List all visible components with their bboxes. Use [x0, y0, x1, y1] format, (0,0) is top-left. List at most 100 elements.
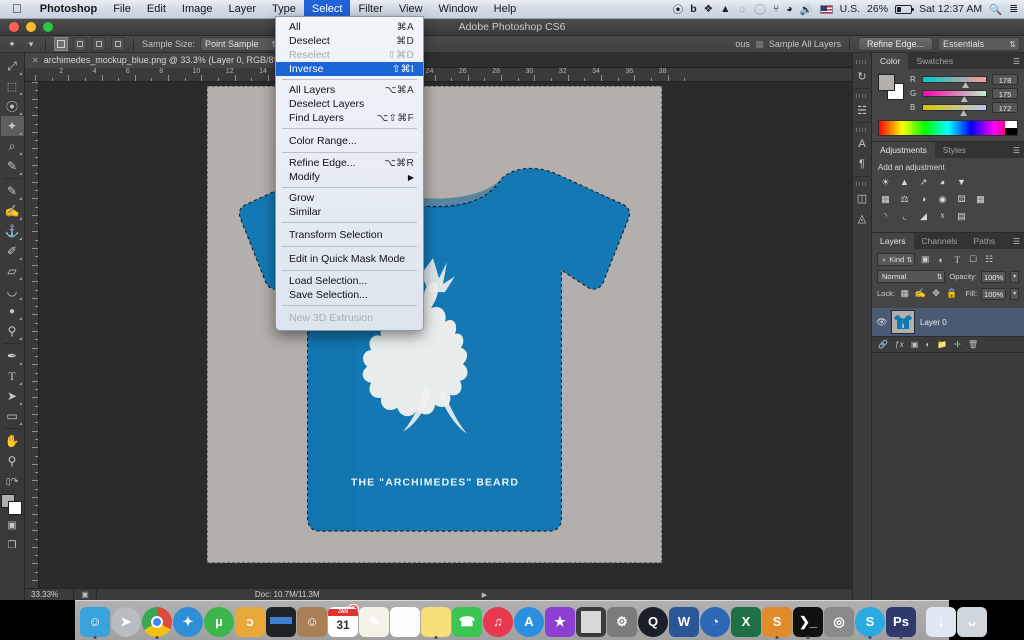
gradient-map-icon[interactable]: ☓ — [935, 210, 950, 223]
dock-item-microsoft-word[interactable]: W — [669, 605, 699, 638]
menu-item-color-range[interactable]: Color Range... — [276, 132, 423, 149]
dock-item-disk-utility[interactable]: ◎ — [824, 605, 854, 638]
panel-menu-icon[interactable]: ☰ — [1013, 57, 1020, 66]
dock-item-calendar[interactable]: 1JAN31 — [328, 604, 359, 638]
bluetooth-icon[interactable]: ⑂ — [773, 3, 779, 15]
crop-tool[interactable]: ⌕ — [1, 136, 24, 156]
quick-mask-toggle[interactable]: ▣ — [1, 515, 24, 535]
gradient-tool[interactable]: ◡ — [1, 281, 24, 301]
lock-all-icon[interactable]: 🔒 — [946, 287, 958, 300]
pixel-filter-icon[interactable]: ▣ — [919, 253, 931, 266]
clock-icon[interactable]: ◯ — [754, 3, 766, 15]
red-slider[interactable] — [922, 76, 987, 88]
layer-filter-kind-select[interactable]: ⌕ Kind — [877, 253, 916, 266]
blend-mode-select[interactable]: Normal — [877, 270, 946, 283]
menu-window[interactable]: Window — [431, 0, 486, 19]
color-lookup-icon[interactable]: ▦ — [973, 193, 988, 206]
layer-comps-icon[interactable]: ◫ — [853, 188, 871, 208]
fx-icon[interactable]: ƒ𝑥 — [895, 340, 904, 350]
menu-item-deselect[interactable]: Deselect ⌘D — [276, 34, 423, 48]
threshold-icon[interactable]: ◢ — [916, 210, 931, 223]
dock-item-terminal[interactable]: ❯_ — [793, 605, 823, 639]
battery-icon[interactable] — [895, 4, 915, 14]
eraser-tool[interactable]: ▱ — [1, 261, 24, 281]
dock-item-notes[interactable]: ✎ — [359, 605, 389, 638]
tab-layers[interactable]: Layers — [872, 233, 914, 249]
lock-transparency-icon[interactable]: ▦ — [899, 287, 911, 300]
menu-item-similar[interactable]: Similar — [276, 205, 423, 219]
levels-icon[interactable]: ▲ — [897, 176, 912, 189]
select-menu-dropdown[interactable]: All ⌘A Deselect ⌘D Reselect ⇧⌘D Inverse … — [275, 16, 424, 331]
tab-paths[interactable]: Paths — [965, 233, 1003, 249]
fill-value[interactable]: 100% — [981, 287, 1007, 300]
dock-item-facetime[interactable]: ☎ — [452, 605, 482, 638]
dock-item-trash[interactable]: ᴗ — [957, 605, 987, 638]
path-selection-tool[interactable]: ➤ — [1, 386, 24, 406]
hand-tool[interactable]: ✋ — [1, 431, 24, 451]
subtract-from-selection-button[interactable] — [92, 37, 106, 51]
default-colors-icon[interactable]: ▯↷ — [1, 471, 24, 491]
menu-item-deselect-layers[interactable]: Deselect Layers — [276, 97, 423, 111]
move-tool[interactable]: ⤢ — [1, 56, 24, 76]
screen-mode-toggle[interactable]: ❐ — [1, 535, 24, 555]
eyedropper-tool[interactable]: ✎ — [1, 156, 24, 176]
shield-icon[interactable]: ⦿ — [673, 2, 684, 17]
history-icon[interactable]: ↻ — [853, 66, 871, 86]
new-layer-icon[interactable]: ✛ — [954, 340, 961, 349]
menu-item-all-layers[interactable]: All Layers ⌥⌘A — [276, 83, 423, 97]
adobe-icon[interactable]: ▲ — [720, 3, 730, 15]
dock-item-skype[interactable]: S — [855, 605, 885, 639]
dock-item-stickies[interactable] — [421, 605, 451, 639]
shape-filter-icon[interactable]: ☐ — [967, 253, 979, 266]
menu-item-load-selection[interactable]: Load Selection... — [276, 274, 423, 288]
intersect-selection-button[interactable] — [111, 37, 125, 51]
curves-icon[interactable]: ↗ — [916, 176, 931, 189]
delete-icon[interactable]: 🗑 — [968, 340, 978, 349]
bell-icon[interactable]: ☼ — [738, 3, 748, 15]
color-fg-bg-swatch[interactable] — [878, 74, 904, 100]
dock-item-app-store[interactable]: A — [514, 605, 544, 638]
dock-item-contacts[interactable]: ☺ — [297, 605, 327, 638]
sample-all-layers-checkbox[interactable] — [754, 39, 764, 49]
menu-item-refine-edge[interactable]: Refine Edge... ⌥⌘R — [276, 156, 423, 170]
notification-center-icon[interactable]: ≣ — [1009, 3, 1018, 15]
dock-item-itunes[interactable]: ♫ — [483, 605, 513, 638]
paragraph-icon[interactable]: ¶ — [853, 154, 871, 174]
layer-visibility-icon[interactable]: 👁 — [876, 317, 887, 328]
blur-tool[interactable]: ● — [1, 301, 24, 321]
menu-item-save-selection[interactable]: Save Selection... — [276, 288, 423, 302]
zoom-tool[interactable]: ⚲ — [1, 451, 24, 471]
foreground-color-chip[interactable] — [878, 74, 895, 91]
invert-icon[interactable]: ◝ — [878, 210, 893, 223]
menu-help[interactable]: Help — [486, 0, 525, 19]
selective-color-icon[interactable]: ▤ — [954, 210, 969, 223]
status-menu-arrow-icon[interactable]: ▶ — [478, 591, 492, 599]
background-color-swatch[interactable] — [8, 501, 22, 515]
dock-item-coda[interactable]: ɔ — [235, 605, 265, 638]
adjustment-icon[interactable]: ◐ — [925, 340, 930, 349]
close-icon[interactable]: ✕ — [32, 56, 39, 65]
menu-item-find-layers[interactable]: Find Layers ⌥⇧⌘F — [276, 111, 423, 125]
panel-grip[interactable] — [856, 94, 868, 98]
exposure-icon[interactable]: ◕ — [935, 176, 950, 189]
pen-tool[interactable]: ✒ — [1, 346, 24, 366]
clone-stamp-tool[interactable]: ⚓ — [1, 221, 24, 241]
dock-item-google-chrome[interactable] — [142, 605, 172, 639]
workspace-select[interactable]: Essentials — [938, 37, 1020, 51]
lock-image-icon[interactable]: ✍ — [915, 287, 927, 300]
menu-item-edit-in-quick-mask-mode[interactable]: Edit in Quick Mask Mode — [276, 250, 423, 267]
fill-stepper[interactable]: ▾ — [1010, 287, 1020, 300]
apple-menu-icon[interactable]:  — [0, 0, 32, 19]
link-icon[interactable]: 🔗 — [878, 340, 888, 349]
wifi-icon[interactable]: ◕ — [786, 3, 792, 15]
adjustment-filter-icon[interactable]: ◐ — [935, 253, 947, 266]
color-spectrum-ramp[interactable] — [878, 120, 1018, 136]
dock-item-reminders[interactable]: ≡ — [390, 605, 420, 638]
dock-item-openoffice[interactable]: ◔ — [700, 605, 730, 638]
character-icon[interactable]: A — [853, 134, 871, 154]
volume-icon[interactable]: 🔊 — [800, 3, 813, 16]
menu-item-modify[interactable]: Modify ▶ — [276, 170, 423, 184]
input-language-label[interactable]: U.S. — [840, 3, 860, 15]
dropbox-icon[interactable]: ❖ — [704, 3, 713, 15]
tab-channels[interactable]: Channels — [914, 233, 966, 249]
